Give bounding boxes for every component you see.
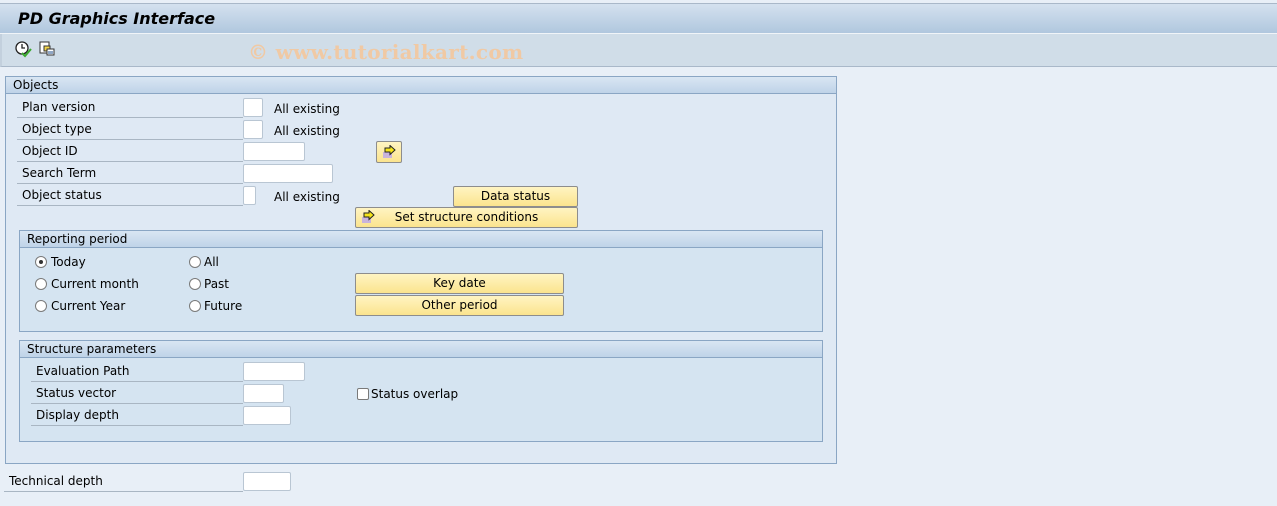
plan-version-label: Plan version xyxy=(17,98,243,118)
application-toolbar: © www.tutorialkart.com xyxy=(0,34,1277,67)
status-overlap-checkbox[interactable] xyxy=(357,388,369,400)
technical-depth-input[interactable] xyxy=(243,472,291,491)
object-type-text: All existing xyxy=(274,124,340,138)
arrow-right-icon xyxy=(383,145,396,158)
set-structure-conditions-button[interactable]: Set structure conditions xyxy=(355,207,578,228)
radio-all[interactable] xyxy=(189,256,201,268)
radio-current-year[interactable] xyxy=(35,300,47,312)
object-id-input[interactable] xyxy=(243,142,305,161)
radio-current-month-label: Current month xyxy=(51,277,139,291)
radio-all-label: All xyxy=(204,255,219,269)
radio-current-month[interactable] xyxy=(35,278,47,290)
display-depth-label: Display depth xyxy=(31,406,243,426)
search-term-input[interactable] xyxy=(243,164,333,183)
other-period-button[interactable]: Other period xyxy=(355,295,564,316)
reporting-period-title: Reporting period xyxy=(20,231,822,248)
execute-clock-icon[interactable] xyxy=(14,40,32,58)
object-type-label: Object type xyxy=(17,120,243,140)
title-bar: PD Graphics Interface xyxy=(0,3,1277,34)
radio-today-label: Today xyxy=(51,255,86,269)
object-id-label: Object ID xyxy=(17,142,243,162)
plan-version-text: All existing xyxy=(274,102,340,116)
structure-parameters-title: Structure parameters xyxy=(20,341,822,358)
page-title: PD Graphics Interface xyxy=(18,9,216,28)
radio-past[interactable] xyxy=(189,278,201,290)
object-status-label: Object status xyxy=(17,186,243,206)
radio-future[interactable] xyxy=(189,300,201,312)
watermark: © www.tutorialkart.com xyxy=(248,40,524,64)
data-status-button[interactable]: Data status xyxy=(453,186,578,207)
evaluation-path-input[interactable] xyxy=(243,362,305,381)
copy-objects-icon[interactable] xyxy=(38,40,56,58)
status-vector-input[interactable] xyxy=(243,384,284,403)
key-date-button[interactable]: Key date xyxy=(355,273,564,294)
radio-today[interactable] xyxy=(35,256,47,268)
display-depth-input[interactable] xyxy=(243,406,291,425)
plan-version-input[interactable] xyxy=(243,98,263,117)
technical-depth-label: Technical depth xyxy=(4,472,243,492)
status-vector-label: Status vector xyxy=(31,384,243,404)
object-status-text: All existing xyxy=(274,190,340,204)
object-status-input[interactable] xyxy=(243,186,256,205)
set-structure-conditions-label: Set structure conditions xyxy=(394,210,539,224)
radio-current-year-label: Current Year xyxy=(51,299,126,313)
object-type-input[interactable] xyxy=(243,120,263,139)
evaluation-path-label: Evaluation Path xyxy=(31,362,243,382)
arrow-right-icon xyxy=(362,210,375,223)
objects-group-title: Objects xyxy=(6,77,836,94)
radio-past-label: Past xyxy=(204,277,230,291)
radio-future-label: Future xyxy=(204,299,243,313)
search-term-label: Search Term xyxy=(17,164,243,184)
status-overlap-label: Status overlap xyxy=(371,387,459,401)
object-id-multiple-selection-button[interactable] xyxy=(376,141,402,163)
